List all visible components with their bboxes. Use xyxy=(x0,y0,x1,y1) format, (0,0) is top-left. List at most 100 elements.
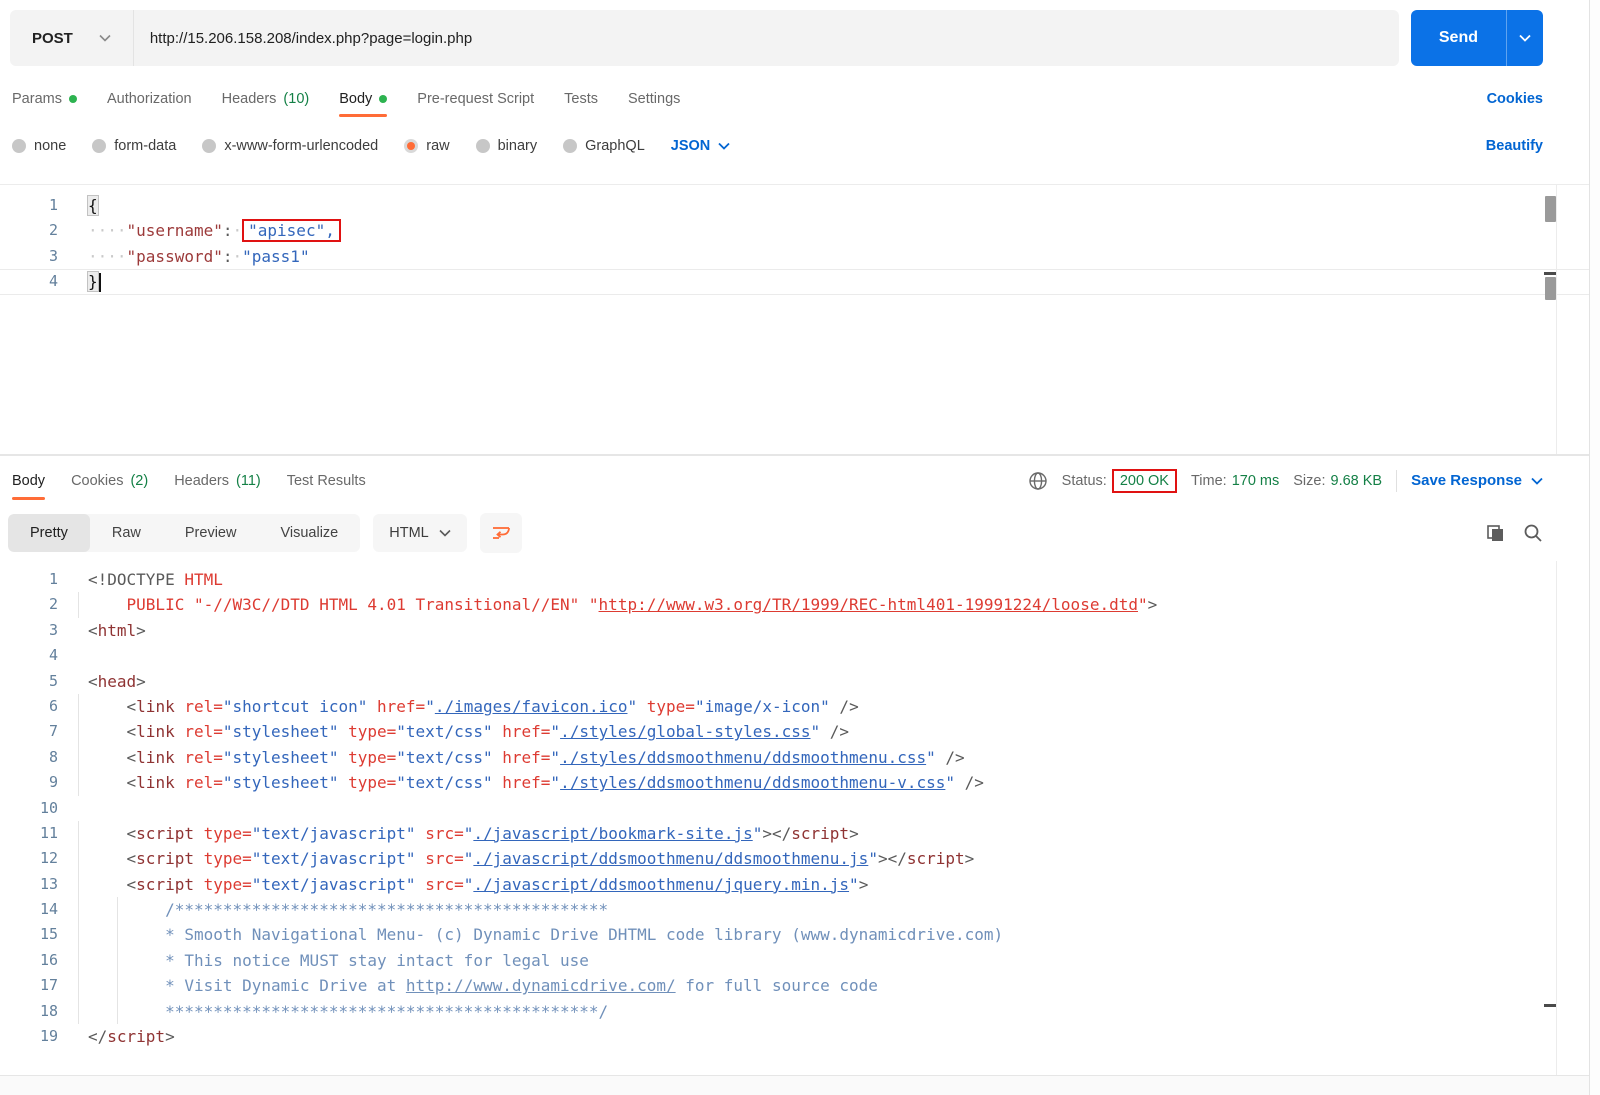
format-selector[interactable]: HTML xyxy=(373,514,467,552)
status-badge: 200 OK xyxy=(1111,468,1177,493)
method-selector[interactable]: POST xyxy=(10,10,134,66)
code-token: "username" xyxy=(126,221,223,241)
view-tab-pretty[interactable]: Pretty xyxy=(8,514,90,552)
tab-label: Authorization xyxy=(106,91,192,107)
chevron-down-icon xyxy=(439,529,451,537)
code-token: href= xyxy=(502,722,551,742)
code-token: "stylesheet" xyxy=(222,747,339,767)
line-number: 4 xyxy=(48,646,58,665)
body-mode-x-www-form-urlencoded[interactable]: x-www-form-urlencoded xyxy=(202,138,378,154)
response-tab-cookies[interactable]: Cookies (2) xyxy=(71,456,148,505)
response-header: Body Cookies (2) Headers (11) Test Results St… xyxy=(0,455,1600,505)
line-number: 6 xyxy=(48,696,58,715)
request-tab-params[interactable]: Params xyxy=(12,76,77,122)
code-token: /> xyxy=(829,696,859,716)
request-tab-authorization[interactable]: Authorization xyxy=(107,76,192,122)
send-button[interactable]: Send xyxy=(1410,10,1543,66)
request-tab-headers[interactable]: Headers (10) xyxy=(222,76,310,122)
green-dot-icon xyxy=(68,95,77,103)
save-response-button[interactable]: Save Response xyxy=(1411,472,1543,489)
code-token: : xyxy=(222,221,233,241)
code-token: ./javascript/ddsmoothmenu/ddsmoothmenu.j… xyxy=(473,849,869,869)
mode-label: raw xyxy=(426,138,450,154)
radio-icon xyxy=(404,139,419,153)
line-number: 10 xyxy=(39,798,58,817)
green-dot-icon xyxy=(379,95,388,103)
body-mode-binary[interactable]: binary xyxy=(475,138,537,154)
view-tab-visualize[interactable]: Visualize xyxy=(258,514,360,552)
code-line: 4 xyxy=(0,643,1600,668)
code-token: "text/css" xyxy=(396,747,493,767)
send-label: Send xyxy=(1438,29,1478,46)
response-body-editor[interactable]: 1 <!DOCTYPE HTML 2 PUBLIC "-//W3C//DTD HTM… xyxy=(0,561,1600,1075)
response-actions xyxy=(1485,523,1543,543)
code-token: : xyxy=(222,246,233,266)
request-tab-settings[interactable]: Settings xyxy=(628,76,680,122)
scrollbar-thumb[interactable] xyxy=(1545,277,1556,300)
beautify-link[interactable]: Beautify xyxy=(1486,138,1543,154)
code-token: ./styles/global-styles.css xyxy=(560,722,811,742)
body-mode-form-data[interactable]: form-data xyxy=(92,138,176,154)
code-token: type= xyxy=(646,696,695,716)
body-mode-none[interactable]: none xyxy=(12,138,66,154)
response-tab-test-results[interactable]: Test Results xyxy=(287,456,366,505)
line-number: 8 xyxy=(48,747,58,766)
view-tab-raw[interactable]: Raw xyxy=(90,514,163,552)
body-mode-raw[interactable]: raw xyxy=(404,138,450,154)
code-line: 2 PUBLIC "-//W3C//DTD HTML 4.01 Transiti… xyxy=(0,592,1600,618)
code-token: head xyxy=(97,671,137,691)
code-token: > xyxy=(136,671,146,691)
content-type-selector[interactable]: JSON xyxy=(671,138,731,154)
code-token: type= xyxy=(203,874,252,894)
code-token: "text/css" xyxy=(396,722,493,742)
code-token: ···· xyxy=(88,246,127,266)
tab-count-badge: (2) xyxy=(130,472,149,489)
line-number: 17 xyxy=(39,976,58,995)
chevron-down-icon xyxy=(1531,477,1543,485)
view-tab-preview[interactable]: Preview xyxy=(163,514,259,552)
response-tab-body[interactable]: Body xyxy=(12,456,46,505)
wrap-lines-button[interactable] xyxy=(479,513,522,553)
code-token: " xyxy=(945,773,956,793)
code-line: 7 <link rel="stylesheet" type="text/css"… xyxy=(0,719,1600,745)
code-token: "stylesheet" xyxy=(222,773,339,793)
url-input[interactable] xyxy=(133,10,1399,66)
page-scrollbar[interactable] xyxy=(1589,0,1600,1095)
request-tab-tests[interactable]: Tests xyxy=(564,76,598,122)
request-tab-body[interactable]: Body xyxy=(339,76,388,122)
code-token: < xyxy=(126,696,137,716)
code-text: <link rel="shortcut icon" href="./images… xyxy=(58,694,859,719)
line-number: 16 xyxy=(39,950,58,969)
response-tab-headers[interactable]: Headers (11) xyxy=(174,456,261,505)
code-text: * This notice MUST stay intact for legal… xyxy=(58,948,589,973)
tab-label: Settings xyxy=(627,91,681,107)
code-text: * Visit Dynamic Drive at http://www.dyna… xyxy=(58,973,878,998)
cookies-link[interactable]: Cookies xyxy=(1487,91,1543,107)
code-token: /***************************************… xyxy=(165,900,609,920)
code-token: type= xyxy=(203,823,252,843)
send-options-button[interactable] xyxy=(1506,10,1543,66)
request-body-editor[interactable]: 1{2 ····"username":· "apisec", 3 ····"passwo… xyxy=(0,184,1600,455)
code-token: PUBLIC "-//W3C//DTD HTML 4.01 Transition… xyxy=(126,595,599,615)
request-tab-pre-request-script[interactable]: Pre-request Script xyxy=(417,76,534,122)
code-token: /> xyxy=(820,722,850,742)
url-box: POST xyxy=(10,10,1399,66)
copy-button[interactable] xyxy=(1485,523,1505,543)
scrollbar-thumb[interactable] xyxy=(1545,196,1556,222)
search-button[interactable] xyxy=(1523,523,1543,543)
body-mode-graphql[interactable]: GraphQL xyxy=(563,138,645,154)
tab-label: Body xyxy=(339,91,373,107)
code-line: 18 *************************************… xyxy=(0,998,1600,1025)
